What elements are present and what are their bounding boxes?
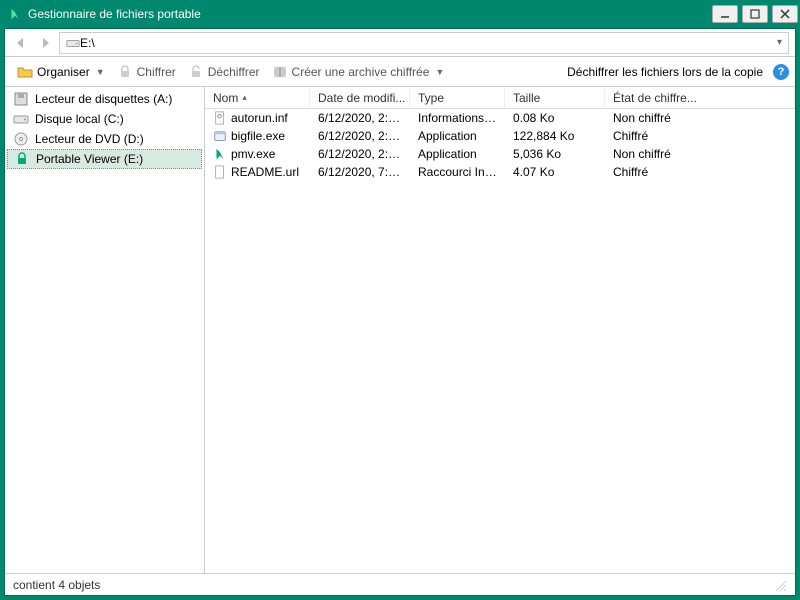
dechiffrer-button[interactable]: Déchiffrer <box>182 62 266 82</box>
back-button[interactable] <box>11 33 31 53</box>
toolbar: Organiser ▼ Chiffrer Déchiffrer Créer un… <box>5 57 795 87</box>
window-controls <box>712 5 798 23</box>
resize-grip[interactable] <box>773 578 787 592</box>
tree-label: Lecteur de DVD (D:) <box>35 132 144 146</box>
body: Lecteur de disquettes (A:) Disque local … <box>5 87 795 573</box>
minimize-button[interactable] <box>712 5 738 23</box>
col-name[interactable]: Nom▴ <box>205 87 310 108</box>
forward-button[interactable] <box>35 33 55 53</box>
chiffrer-button[interactable]: Chiffrer <box>111 62 182 82</box>
address-bar[interactable]: E:\ ▾ <box>59 32 789 54</box>
file-list: autorun.inf 6/12/2020, 2:5... Informatio… <box>205 109 795 573</box>
exe-file-icon <box>213 129 227 143</box>
window-title: Gestionnaire de fichiers portable <box>28 7 712 21</box>
dechiffrer-label: Déchiffrer <box>208 65 260 79</box>
chiffrer-label: Chiffrer <box>137 65 176 79</box>
col-size[interactable]: Taille <box>505 87 605 108</box>
lock-icon <box>117 64 133 80</box>
app-icon <box>8 7 22 21</box>
tree-label: Portable Viewer (E:) <box>36 152 143 166</box>
organiser-button[interactable]: Organiser ▼ <box>11 62 111 82</box>
tree-item-local-disk[interactable]: Disque local (C:) <box>5 109 204 129</box>
chevron-down-icon: ▼ <box>435 67 444 77</box>
inf-file-icon <box>213 111 227 125</box>
col-encryption[interactable]: État de chiffre... <box>605 87 795 108</box>
nav-bar: E:\ ▾ <box>5 29 795 57</box>
status-bar: contient 4 objets <box>5 573 795 595</box>
tree-item-portable-viewer[interactable]: Portable Viewer (E:) <box>7 149 202 169</box>
unlock-icon <box>188 64 204 80</box>
file-row[interactable]: README.url 6/12/2020, 7:3... Raccourci I… <box>205 163 795 181</box>
decrypt-on-copy-label: Déchiffrer les fichiers lors de la copie <box>567 65 763 79</box>
file-row[interactable]: autorun.inf 6/12/2020, 2:5... Informatio… <box>205 109 795 127</box>
dvd-icon <box>13 131 29 147</box>
file-pane: Nom▴ Date de modifi... Type Taille État … <box>205 87 795 573</box>
col-type[interactable]: Type <box>410 87 505 108</box>
drive-icon <box>66 36 80 50</box>
col-date[interactable]: Date de modifi... <box>310 87 410 108</box>
sort-asc-icon: ▴ <box>242 92 247 103</box>
lock-icon <box>14 151 30 167</box>
content: E:\ ▾ Organiser ▼ Chiffrer Déchiffrer Cr… <box>4 28 796 596</box>
close-button[interactable] <box>772 5 798 23</box>
archive-icon <box>272 64 288 80</box>
help-icon[interactable]: ? <box>773 64 789 80</box>
file-row[interactable]: pmv.exe 6/12/2020, 2:5... Application 5,… <box>205 145 795 163</box>
folder-icon <box>17 64 33 80</box>
drive-tree: Lecteur de disquettes (A:) Disque local … <box>5 87 205 573</box>
decrypt-on-copy-button[interactable]: Déchiffrer les fichiers lors de la copie <box>561 65 769 79</box>
hdd-icon <box>13 111 29 127</box>
url-file-icon <box>213 165 227 179</box>
status-text: contient 4 objets <box>13 578 100 592</box>
tree-label: Disque local (C:) <box>35 112 124 126</box>
maximize-button[interactable] <box>742 5 768 23</box>
organiser-label: Organiser <box>37 65 90 79</box>
address-text: E:\ <box>80 36 777 50</box>
kaspersky-icon <box>213 147 227 161</box>
app-window: Gestionnaire de fichiers portable E:\ ▾ … <box>0 0 800 600</box>
file-row[interactable]: bigfile.exe 6/12/2020, 2:4... Applicatio… <box>205 127 795 145</box>
tree-item-dvd[interactable]: Lecteur de DVD (D:) <box>5 129 204 149</box>
archive-label: Créer une archive chiffrée <box>292 65 430 79</box>
chevron-down-icon: ▼ <box>96 67 105 77</box>
archive-button[interactable]: Créer une archive chiffrée ▼ <box>266 62 451 82</box>
tree-item-floppy[interactable]: Lecteur de disquettes (A:) <box>5 89 204 109</box>
titlebar: Gestionnaire de fichiers portable <box>0 0 800 28</box>
tree-label: Lecteur de disquettes (A:) <box>35 92 172 106</box>
column-headers: Nom▴ Date de modifi... Type Taille État … <box>205 87 795 109</box>
floppy-icon <box>13 91 29 107</box>
chevron-down-icon[interactable]: ▾ <box>777 37 782 48</box>
